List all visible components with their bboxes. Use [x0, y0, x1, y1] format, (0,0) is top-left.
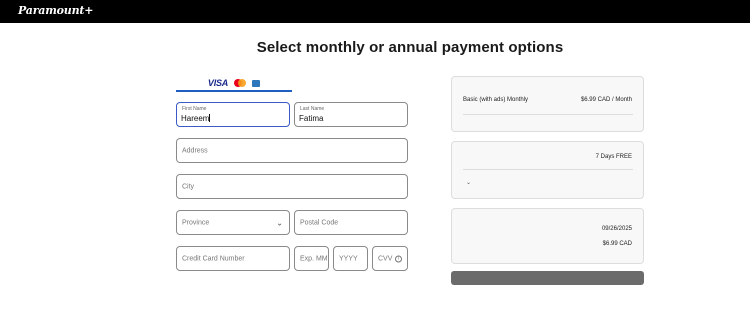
postal-code-field[interactable]: Postal Code [294, 210, 408, 235]
city-field[interactable]: City [176, 174, 408, 199]
divider [463, 169, 633, 170]
paramount-logo[interactable]: Paramount+ [18, 4, 93, 17]
text-caret [209, 114, 211, 122]
billing-panel: 09/26/2025 $6.99 CAD [451, 208, 644, 264]
amex-icon [252, 79, 261, 87]
trial-panel: 7 Days FREE ⌄ [451, 141, 644, 199]
plan-name: Basic (with ads) Monthly [463, 97, 529, 103]
divider [463, 114, 633, 115]
info-icon[interactable]: i [395, 255, 402, 262]
city-placeholder: City [182, 183, 195, 190]
submit-button[interactable] [451, 271, 644, 285]
trial-label: 7 Days FREE [595, 154, 632, 160]
exp-year-placeholder: YYYY [339, 255, 358, 262]
billing-amount: $6.99 CAD [602, 241, 632, 247]
first-name-value: Hareem [181, 114, 210, 123]
chevron-down-icon: ⌄ [276, 218, 283, 227]
exp-year-field[interactable]: YYYY [333, 246, 368, 271]
card-number-placeholder: Credit Card Number [182, 255, 245, 262]
top-bar: Paramount+ [0, 0, 750, 23]
address-placeholder: Address [182, 147, 208, 154]
exp-month-field[interactable]: Exp. MM [294, 246, 329, 271]
last-name-value: Fatima [299, 114, 324, 123]
mastercard-icon [234, 79, 247, 87]
cvv-placeholder: CVV [378, 255, 393, 262]
last-name-field[interactable]: Last Name Fatima [294, 102, 408, 127]
exp-month-placeholder: Exp. MM [300, 255, 328, 262]
province-select[interactable]: Province ⌄ [176, 210, 290, 235]
billing-date: 09/26/2025 [601, 226, 632, 232]
first-name-label: First Name [182, 106, 207, 112]
cvv-field[interactable]: CVV i [372, 246, 408, 271]
page-title: Select monthly or annual payment options [256, 39, 564, 56]
postal-code-placeholder: Postal Code [300, 219, 339, 226]
chevron-down-icon[interactable]: ⌄ [466, 179, 471, 186]
credit-card-tab[interactable]: VISA [176, 76, 292, 92]
province-placeholder: Province [182, 219, 210, 226]
plan-summary-panel: Basic (with ads) Monthly $6.99 CAD / Mon… [451, 76, 644, 132]
first-name-field[interactable]: First Name Hareem [176, 102, 290, 127]
visa-icon: VISA [207, 78, 229, 88]
last-name-label: Last Name [300, 106, 325, 112]
card-number-field[interactable]: Credit Card Number [176, 246, 290, 271]
plan-price: $6.99 CAD / Month [580, 97, 632, 103]
address-field[interactable]: Address [176, 138, 408, 163]
